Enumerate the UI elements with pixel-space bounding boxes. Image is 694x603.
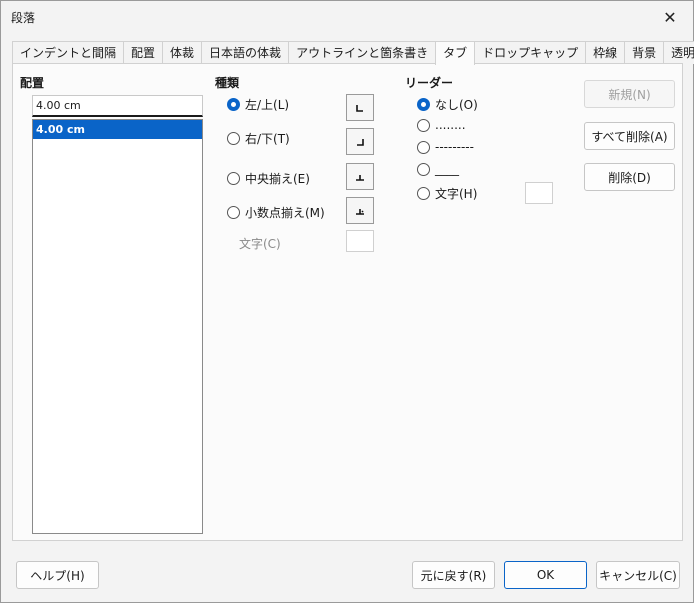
leader-dots-radio[interactable]: ........ [417, 118, 466, 132]
tab-alignment[interactable]: 配置 [123, 41, 164, 64]
reset-button[interactable]: 元に戻す(R) [412, 561, 495, 589]
type-decimal-radio[interactable]: 小数点揃え(M) [227, 204, 325, 221]
position-input[interactable] [32, 95, 203, 117]
type-left-radio[interactable]: 左/上(L) [227, 96, 289, 113]
dialog-title: 段落 [11, 11, 36, 25]
type-heading: 種類 [215, 76, 240, 90]
new-button[interactable]: 新規(N) [584, 80, 675, 108]
tab-drop-caps[interactable]: ドロップキャップ [474, 41, 587, 64]
position-heading: 配置 [20, 76, 45, 90]
paragraph-dialog: 段落 ✕ インデントと間隔 配置 体裁 日本語の体裁 アウトラインと箇条書き タ… [0, 0, 694, 603]
radio-icon [227, 206, 240, 219]
leader-none-radio[interactable]: なし(O) [417, 96, 478, 113]
leader-char-label: 文字(H) [435, 187, 478, 201]
cancel-button[interactable]: キャンセル(C) [596, 561, 680, 589]
leader-dashes-label: --------- [435, 140, 474, 154]
tab-outline-list[interactable]: アウトラインと箇条書き [288, 41, 437, 64]
type-left-label: 左/上(L) [245, 98, 290, 112]
tabs-panel: 配置 4.00 cm 種類 左/上(L) 右/下(T) 中央揃え(E) [12, 63, 683, 541]
leader-underline-radio[interactable]: ____ [417, 162, 459, 176]
type-char-input[interactable] [346, 230, 374, 252]
leader-underline-label: ____ [435, 162, 459, 176]
tab-decimal-preview [346, 197, 374, 224]
type-char-label: 文字(C) [239, 237, 281, 251]
close-button[interactable]: ✕ [647, 1, 693, 33]
list-item[interactable]: 4.00 cm [33, 120, 202, 139]
close-icon: ✕ [663, 7, 677, 27]
tab-asian-typography[interactable]: 日本語の体裁 [201, 41, 290, 64]
leader-none-label: なし(O) [435, 98, 478, 112]
leader-char-input[interactable] [525, 182, 553, 204]
type-center-radio[interactable]: 中央揃え(E) [227, 170, 310, 187]
leader-heading: リーダー [405, 76, 454, 90]
delete-all-button[interactable]: すべて削除(A) [584, 122, 675, 150]
leader-dots-label: ........ [435, 118, 466, 132]
leader-char-radio[interactable]: 文字(H) [417, 185, 477, 202]
type-right-label: 右/下(T) [245, 132, 290, 146]
tab-text-flow[interactable]: 体裁 [162, 41, 203, 64]
type-decimal-label: 小数点揃え(M) [245, 206, 325, 220]
tab-strip: インデントと間隔 配置 体裁 日本語の体裁 アウトラインと箇条書き タブ ドロッ… [12, 41, 694, 65]
radio-icon [417, 162, 430, 176]
tab-center-preview [346, 163, 374, 190]
position-list[interactable]: 4.00 cm [32, 119, 203, 534]
tab-borders[interactable]: 枠線 [585, 41, 626, 64]
help-button[interactable]: ヘルプ(H) [16, 561, 99, 589]
radio-checked-icon [417, 98, 430, 111]
tab-left-icon [356, 104, 363, 112]
tab-transparency[interactable]: 透明 [663, 41, 694, 64]
title-bar: 段落 ✕ [1, 1, 693, 33]
radio-icon [417, 140, 430, 154]
tab-right-preview [346, 128, 374, 155]
ok-button[interactable]: OK [504, 561, 587, 589]
leader-dashes-radio[interactable]: --------- [417, 140, 474, 154]
delete-button[interactable]: 削除(D) [584, 163, 675, 191]
tab-center-icon [356, 174, 364, 181]
radio-icon [417, 187, 430, 200]
tab-left-preview [346, 94, 374, 121]
radio-icon [417, 118, 430, 132]
radio-checked-icon [227, 98, 240, 111]
tab-indents-spacing[interactable]: インデントと間隔 [12, 41, 125, 64]
tab-right-icon [357, 138, 364, 146]
tab-decimal-icon [356, 208, 364, 215]
tab-area[interactable]: 背景 [624, 41, 665, 64]
type-center-label: 中央揃え(E) [245, 172, 310, 186]
tab-tabs[interactable]: タブ [435, 41, 476, 65]
radio-icon [227, 132, 240, 145]
radio-icon [227, 172, 240, 185]
type-right-radio[interactable]: 右/下(T) [227, 130, 290, 147]
